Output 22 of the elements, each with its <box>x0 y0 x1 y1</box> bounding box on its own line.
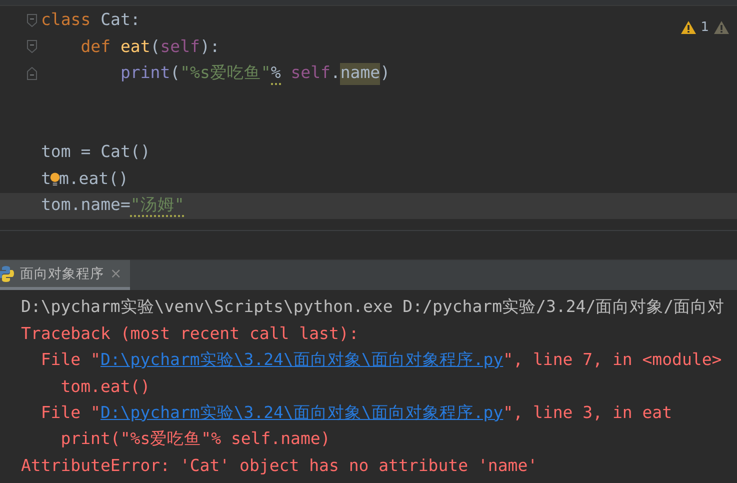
fold-marker-icon[interactable] <box>27 40 37 54</box>
fold-marker-icon[interactable] <box>27 14 37 27</box>
file-link[interactable]: D:\pycharm实验\3.24\面向对象\面向对象程序.py <box>100 402 504 424</box>
run-tab[interactable]: 面向对象程序 × <box>0 260 130 290</box>
python-icon <box>0 266 14 282</box>
code-line: class Cat: <box>41 10 140 32</box>
file-link[interactable]: D:\pycharm实验\3.24\面向对象\面向对象程序.py <box>100 348 504 371</box>
code-line: tom = Cat() <box>41 142 150 164</box>
console-line: Traceback (most recent call last): <box>21 323 360 346</box>
code-line: t m.eat() <box>41 168 128 191</box>
fold-marker-icon[interactable] <box>27 66 37 80</box>
close-icon[interactable]: × <box>110 266 122 282</box>
console-line: print("%s爱吃鱼"% self.name) <box>60 428 332 450</box>
console-line: File "D:\pycharm实验\3.24\面向对象\面向对象程序.py", line 3, in eat <box>40 400 674 426</box>
code-line: print("%s爱吃鱼"% self.name) <box>41 62 390 85</box>
console-line: AttributeError: 'Cat' object has no attribute 'name' <box>21 455 539 478</box>
warning-count[interactable]: 1 <box>700 20 709 35</box>
console-line: D:\pycharm实验\venv\Scripts\python.exe D:/pycharm实验/3.24/面向对象/面向对 <box>21 296 726 318</box>
console-line: tom.eat() <box>60 376 152 398</box>
console-line: File "D:\pycharm实验\3.24\面向对象\面向对象程序.py", line 7, in <module> <box>40 348 723 373</box>
code-line: tom.name="汤姆" <box>41 194 184 217</box>
code-line: def eat(self): <box>80 36 220 58</box>
